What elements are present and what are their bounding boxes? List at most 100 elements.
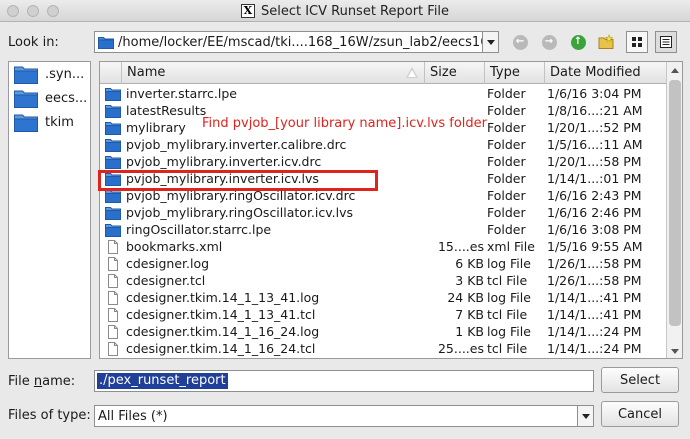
- detail-view-button[interactable]: [655, 31, 677, 53]
- file-name-cell: cdesigner.tkim.14_1_16_24.log: [126, 324, 320, 339]
- file-type-label: Files of type:: [8, 408, 91, 423]
- file-type-cell: Folder: [487, 120, 526, 135]
- sidebar-item-label: tkim: [45, 114, 74, 130]
- file-date-cell: 1/14/1...:41 PM: [547, 307, 642, 322]
- file-size-cell: 7 KB: [455, 307, 484, 322]
- scrollbar-thumb[interactable]: [669, 80, 681, 326]
- sidebar-item-label: eecs...: [45, 90, 88, 106]
- file-name-cell: ringOscillator.starrc.lpe: [126, 222, 272, 237]
- file-date-cell: 1/6/16 3:08 PM: [547, 222, 642, 237]
- file-icon: [105, 274, 121, 288]
- icon-view-button[interactable]: [626, 31, 648, 53]
- file-size-cell: [426, 170, 484, 187]
- forward-button[interactable]: →: [539, 32, 559, 52]
- folder-icon: [14, 66, 38, 84]
- file-date-cell: 1/6/16 2:43 PM: [547, 188, 642, 203]
- select-button[interactable]: Select: [601, 367, 679, 393]
- column-header-name-label: Name: [127, 65, 166, 80]
- folder-icon: [105, 223, 121, 237]
- back-button[interactable]: ←: [510, 32, 530, 52]
- folder-icon: [105, 206, 121, 220]
- file-name-cell: pvjob_mylibrary.inverter.calibre.drc: [126, 137, 347, 152]
- folder-icon: [105, 104, 121, 118]
- column-header-size[interactable]: Size: [425, 62, 485, 84]
- column-header-name[interactable]: Name: [122, 62, 425, 84]
- file-name-cell: pvjob_mylibrary.inverter.icv.drc: [126, 154, 322, 169]
- file-name-cell: inverter.starrc.lpe: [126, 86, 237, 101]
- sidebar-item-syn[interactable]: .syn...: [9, 62, 90, 86]
- file-row[interactable]: inverter.starrc.lpe Folder 1/6/16 3:04 PM: [100, 85, 666, 102]
- file-type-cell: log File: [487, 290, 531, 305]
- file-row[interactable]: pvjob_mylibrary.ringOscillator.icv.lvs Fo…: [100, 204, 666, 221]
- file-size-cell: [426, 187, 484, 204]
- file-date-cell: 1/14/1...:24 PM: [547, 341, 642, 356]
- file-row[interactable]: cdesigner.log 6 KB log File 1/26/1...:58 PM: [100, 255, 666, 272]
- detail-view-icon: [660, 36, 672, 48]
- file-row[interactable]: pvjob_mylibrary.inverter.icv.drc Folder 1/…: [100, 153, 666, 170]
- file-name-input[interactable]: ./pex_runset_report: [94, 370, 594, 392]
- folder-icon: [98, 36, 114, 49]
- file-date-cell: 1/26/1...:58 PM: [547, 256, 642, 271]
- x11-icon: X: [240, 4, 255, 18]
- file-size-cell: 6 KB: [455, 256, 484, 271]
- title-bar: X Select ICV Runset Report File: [0, 0, 690, 22]
- file-type-cell: xml File: [487, 239, 535, 254]
- file-row[interactable]: pvjob_mylibrary.inverter.calibre.drc Fold…: [100, 136, 666, 153]
- scroll-up-icon[interactable]: [667, 62, 682, 78]
- chevron-down-icon[interactable]: [482, 32, 498, 52]
- look-in-path: /home/locker/EE/mscad/tki....168_16W/zsu…: [118, 34, 482, 50]
- column-header-date[interactable]: Date Modified: [545, 62, 666, 84]
- file-icon: [105, 308, 121, 322]
- sidebar-item-tkim[interactable]: tkim: [9, 110, 90, 134]
- column-header-type[interactable]: Type: [485, 62, 545, 84]
- file-date-cell: 1/6/16 3:04 PM: [547, 86, 642, 101]
- file-size-cell: [426, 221, 484, 238]
- look-in-label: Look in:: [8, 35, 59, 50]
- scroll-down-icon[interactable]: [667, 343, 682, 358]
- file-icon: [105, 257, 121, 271]
- chevron-down-icon[interactable]: [577, 406, 593, 426]
- new-folder-button[interactable]: [597, 32, 617, 52]
- file-date-cell: 1/6/16 2:46 PM: [547, 205, 642, 220]
- folder-icon: [105, 138, 121, 152]
- column-headers: Name Size Type Date Modified: [100, 62, 666, 84]
- forward-icon: →: [541, 34, 557, 50]
- file-type-select[interactable]: All Files (*): [94, 405, 594, 427]
- file-name-cell: cdesigner.tkim.14_1_13_41.tcl: [126, 307, 316, 322]
- column-header-type-label: Type: [490, 65, 520, 80]
- file-size-cell: [426, 85, 484, 102]
- vertical-scrollbar[interactable]: [666, 62, 682, 358]
- file-type-cell: tcl File: [487, 273, 528, 288]
- file-name-value: ./pex_runset_report: [97, 373, 228, 389]
- folder-icon: [14, 114, 38, 132]
- file-row[interactable]: bookmarks.xml 15....es xml File 1/5/16 9:55…: [100, 238, 666, 255]
- file-row[interactable]: cdesigner.tkim.14_1_16_24.tcl 25....es tcl…: [100, 340, 666, 357]
- file-icon: [105, 325, 121, 339]
- file-date-cell: 1/14/1...:01 PM: [547, 171, 642, 186]
- folder-icon: [105, 87, 121, 101]
- sidebar-item-eecs[interactable]: eecs...: [9, 86, 90, 110]
- folder-icon: [105, 121, 121, 135]
- file-row[interactable]: cdesigner.tkim.14_1_13_41.log 24 KB log Fi…: [100, 289, 666, 306]
- window-title: Select ICV Runset Report File: [260, 3, 450, 19]
- annotation-highlight-box: [98, 170, 378, 191]
- file-row[interactable]: cdesigner.tcl 3 KB tcl File 1/26/1...:58 PM: [100, 272, 666, 289]
- file-type-cell: tcl File: [487, 307, 528, 322]
- file-size-cell: [426, 136, 484, 153]
- file-icon: [105, 342, 121, 356]
- sidebar-item-label: .syn...: [45, 66, 85, 82]
- cancel-button[interactable]: Cancel: [601, 401, 679, 427]
- file-row[interactable]: cdesigner.tkim.14_1_16_24.log 1 KB log Fil…: [100, 323, 666, 340]
- file-date-cell: 1/26/1...:58 PM: [547, 273, 642, 288]
- file-row[interactable]: cdesigner.tkim.14_1_13_41.tcl 7 KB tcl Fil…: [100, 306, 666, 323]
- folder-icon: [14, 90, 38, 108]
- sort-ascending-icon: [406, 67, 418, 78]
- new-folder-icon: [598, 34, 614, 49]
- file-type-cell: log File: [487, 324, 531, 339]
- parent-directory-button[interactable]: ↑: [568, 32, 588, 52]
- look-in-combo[interactable]: /home/locker/EE/mscad/tki....168_16W/zsu…: [94, 31, 499, 53]
- file-type-cell: Folder: [487, 222, 526, 237]
- file-type-cell: Folder: [487, 188, 526, 203]
- annotation-text: Find pvjob_[your library name].icv.lvs f…: [202, 116, 488, 131]
- file-row[interactable]: ringOscillator.starrc.lpe Folder 1/6/16 3:…: [100, 221, 666, 238]
